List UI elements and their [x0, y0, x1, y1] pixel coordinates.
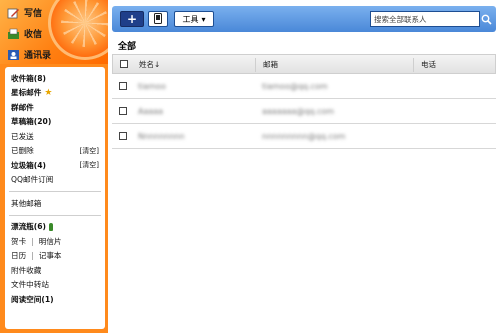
orange-decoration	[48, 0, 108, 60]
app-attachments-label: 附件收藏	[11, 265, 42, 275]
contact-name[interactable]: Aaaaa	[138, 107, 163, 116]
contacts-toolbar: + 工具 ▾ 搜索全部联系人	[112, 6, 496, 32]
pencil-icon	[6, 7, 20, 19]
divider	[9, 191, 101, 192]
app-cards: 贺卡 | 明信片	[11, 234, 99, 249]
contacts-table: 姓名↓ 邮箱 电话 tiamoo tiamoo@qq.com Aaaaa aaa…	[112, 54, 496, 149]
search-placeholder: 搜索全部联系人	[374, 14, 427, 24]
postcard-link[interactable]: 明信片	[39, 236, 62, 247]
receive-label: 收信	[24, 30, 43, 40]
contact-email[interactable]: tiamoo@qq.com	[262, 82, 328, 91]
row-checkbox[interactable]	[119, 107, 127, 115]
table-row[interactable]: Aaaaa aaaaaaa@qq.com	[112, 99, 496, 124]
phone-button[interactable]	[148, 11, 168, 27]
contacts-label: 通讯录	[24, 51, 52, 61]
folder-group-mail-label: 群邮件	[11, 102, 34, 112]
app-drift-bottle[interactable]: 漂流瓶(6)	[11, 220, 99, 235]
calendar-link[interactable]: 日历	[11, 250, 26, 261]
receive-button[interactable]: 收信	[6, 27, 42, 40]
row-checkbox[interactable]	[119, 82, 127, 90]
add-contact-button[interactable]: +	[120, 11, 144, 27]
brand-header: 写信 收信 通讯录	[0, 0, 108, 64]
other-mailbox-label: 其他邮箱	[11, 198, 42, 208]
notepad-link[interactable]: 记事本	[39, 250, 62, 261]
star-icon: ★	[44, 87, 53, 98]
contacts-button[interactable]: 通讯录	[6, 48, 51, 61]
column-phone-header: 电话	[421, 59, 436, 69]
row-checkbox[interactable]	[119, 132, 127, 140]
folder-deleted-label: 已删除	[11, 146, 34, 156]
column-divider	[413, 58, 414, 72]
pipe-separator: |	[31, 236, 34, 246]
greeting-card-link[interactable]: 贺卡	[11, 236, 26, 247]
folder-drafts-label: 草稿箱(20)	[11, 117, 52, 127]
inbox-icon	[6, 28, 20, 40]
divider	[9, 214, 101, 216]
tools-label: 工具	[182, 14, 199, 24]
contact-email[interactable]: nnnnnnnnn@qq.com	[262, 132, 345, 141]
page-title: 全部	[118, 42, 137, 52]
app-reading-space-label: 阅读空间(1)	[11, 294, 54, 304]
folder-inbox-label: 收件箱(8)	[11, 73, 47, 83]
folder-drafts[interactable]: 草稿箱(20)	[11, 115, 99, 130]
sidebar: 写信 收信 通讯录 收件箱(8) 星标邮件 ★ 群邮件 草稿箱(20) 已发送 已…	[0, 0, 108, 333]
folder-starred[interactable]: 星标邮件 ★	[11, 86, 99, 101]
folder-spam[interactable]: 垃圾箱(4) [清空]	[11, 158, 99, 173]
app-file-transfer-label: 文件中转站	[11, 280, 49, 290]
app-file-transfer[interactable]: 文件中转站	[11, 278, 99, 293]
column-divider	[255, 58, 256, 72]
select-all-checkbox[interactable]	[120, 60, 128, 68]
folder-qq-subscribe[interactable]: QQ邮件订阅	[11, 173, 99, 188]
bottle-icon	[49, 222, 54, 231]
folder-spam-label: 垃圾箱(4)	[11, 160, 47, 170]
contact-name[interactable]: Nnnnnnnnn	[138, 132, 185, 141]
clear-deleted-link[interactable]: [清空]	[80, 146, 99, 156]
folder-group-mail[interactable]: 群邮件	[11, 100, 99, 115]
table-row[interactable]: Nnnnnnnnn nnnnnnnnn@qq.com	[112, 124, 496, 149]
compose-label: 写信	[24, 9, 43, 19]
contact-name[interactable]: tiamoo	[138, 82, 166, 91]
chevron-down-icon: ▾	[201, 14, 206, 24]
folder-qq-subscribe-label: QQ邮件订阅	[11, 175, 54, 185]
folder-starred-label: 星标邮件	[11, 88, 42, 98]
folder-nav: 收件箱(8) 星标邮件 ★ 群邮件 草稿箱(20) 已发送 已删除 [清空] 垃圾箱…	[5, 67, 105, 329]
compose-button[interactable]: 写信	[6, 6, 42, 19]
contacts-icon	[6, 49, 20, 61]
other-mailbox[interactable]: 其他邮箱	[11, 196, 99, 211]
folder-deleted[interactable]: 已删除 [清空]	[11, 144, 99, 159]
folder-sent-label: 已发送	[11, 131, 34, 141]
app-drift-bottle-label: 漂流瓶(6)	[11, 222, 47, 232]
folder-sent[interactable]: 已发送	[11, 129, 99, 144]
column-name-header[interactable]: 姓名↓	[139, 59, 160, 70]
app-reading-space[interactable]: 阅读空间(1)	[11, 292, 99, 307]
phone-icon	[154, 12, 162, 26]
search-input[interactable]: 搜索全部联系人	[370, 11, 480, 27]
table-header: 姓名↓ 邮箱 电话	[112, 54, 496, 74]
folder-inbox[interactable]: 收件箱(8)	[11, 71, 99, 86]
app-attachments[interactable]: 附件收藏	[11, 263, 99, 278]
clear-spam-link[interactable]: [清空]	[80, 160, 99, 170]
main-panel: + 工具 ▾ 搜索全部联系人 全部 姓名↓ 邮箱 电话 tiamoo tiamo…	[108, 0, 500, 333]
tools-dropdown[interactable]: 工具 ▾	[174, 11, 214, 27]
search-icon[interactable]	[480, 12, 492, 26]
contact-email[interactable]: aaaaaaa@qq.com	[262, 107, 334, 116]
app-calendar-notes: 日历 | 记事本	[11, 249, 99, 264]
pipe-separator: |	[31, 251, 34, 261]
table-row[interactable]: tiamoo tiamoo@qq.com	[112, 74, 496, 99]
column-email-header: 邮箱	[263, 59, 278, 69]
